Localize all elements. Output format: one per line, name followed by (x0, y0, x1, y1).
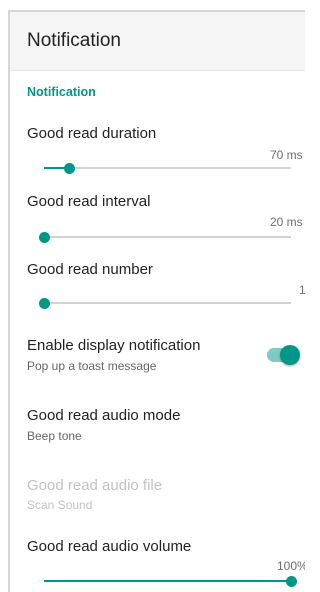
slider-track (44, 302, 291, 304)
slider-fill (44, 580, 291, 582)
slider-thumb[interactable] (38, 297, 50, 309)
slider-value: 70 ms (270, 148, 303, 162)
app-bar: Notification (10, 12, 305, 71)
slider-value: 100% (277, 559, 305, 573)
pref-title: Good read interval (27, 193, 151, 210)
slider-thumb[interactable] (63, 162, 75, 174)
slider-thumb[interactable] (38, 231, 50, 243)
slider-value: 20 ms (270, 215, 303, 229)
pref-title: Enable display notification (27, 337, 201, 354)
slider-track (44, 236, 291, 238)
settings-screen: Notification Notification Good read dura… (8, 10, 305, 592)
slider-value: 1 (299, 283, 305, 297)
pref-summary: Pop up a toast message (27, 359, 157, 373)
pref-summary: Scan Sound (27, 498, 93, 512)
page-title: Notification (27, 30, 121, 51)
slider-track (44, 167, 291, 169)
pref-title: Good read audio mode (27, 407, 181, 424)
pref-title: Good read duration (27, 125, 157, 142)
pref-title: Good read number (27, 261, 153, 278)
switch-thumb[interactable] (280, 345, 300, 365)
pref-title: Good read audio volume (27, 538, 192, 555)
slider-thumb[interactable] (285, 575, 297, 587)
pref-summary: Beep tone (27, 429, 82, 443)
section-header: Notification (27, 85, 96, 99)
pref-title: Good read audio file (27, 477, 163, 494)
